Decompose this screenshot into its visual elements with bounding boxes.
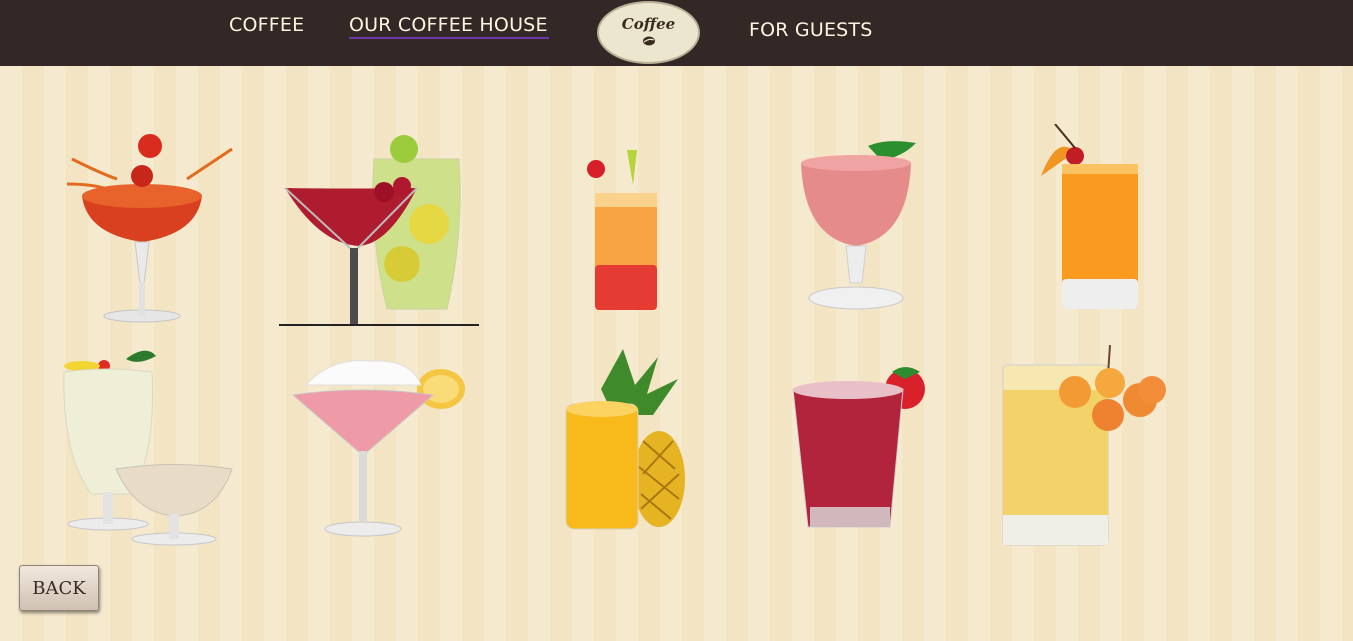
tequila-sunrise-image <box>587 145 661 310</box>
top-navigation-bar: COFFEE OUR COFFEE HOUSE Coffee FOR GUEST… <box>0 0 1353 66</box>
drink-strawberry-smoothie[interactable] <box>796 138 921 314</box>
coffee-logo[interactable]: Coffee <box>597 1 700 64</box>
drink-strawberry-lemonade[interactable] <box>790 367 938 529</box>
apricot-juice-image <box>1002 345 1166 546</box>
strawberry-smoothie-image <box>801 141 916 310</box>
drink-tomato-cocktail[interactable] <box>62 124 247 329</box>
drink-orange-juice[interactable] <box>1037 124 1145 314</box>
strawberry-lemonade-image <box>792 367 925 528</box>
berry-martini-and-mojito-image <box>279 135 479 326</box>
back-button[interactable]: BACK <box>19 565 99 611</box>
tomato-cocktail-image <box>66 134 233 323</box>
coffee-bean-icon <box>642 36 655 46</box>
drink-berry-martini-and-mojito[interactable] <box>279 124 481 328</box>
nav-link-our-coffee-house[interactable]: OUR COFFEE HOUSE <box>349 14 549 39</box>
drink-strawberry-cream-martini[interactable] <box>291 357 469 539</box>
pineapple-juice-image <box>565 349 685 530</box>
drink-apricot-juice[interactable] <box>1000 345 1172 548</box>
drink-tequila-sunrise[interactable] <box>579 145 669 315</box>
strawberry-cream-martini-image <box>291 360 465 537</box>
nav-link-for-guests[interactable]: FOR GUESTS <box>749 19 873 41</box>
drink-pina-colada[interactable] <box>56 344 238 546</box>
nav-link-coffee[interactable]: COFFEE <box>229 14 304 36</box>
logo-text: Coffee <box>621 15 676 33</box>
drink-pineapple-juice[interactable] <box>563 349 687 537</box>
orange-juice-image <box>1041 124 1138 309</box>
pina-colada-image <box>63 350 233 546</box>
